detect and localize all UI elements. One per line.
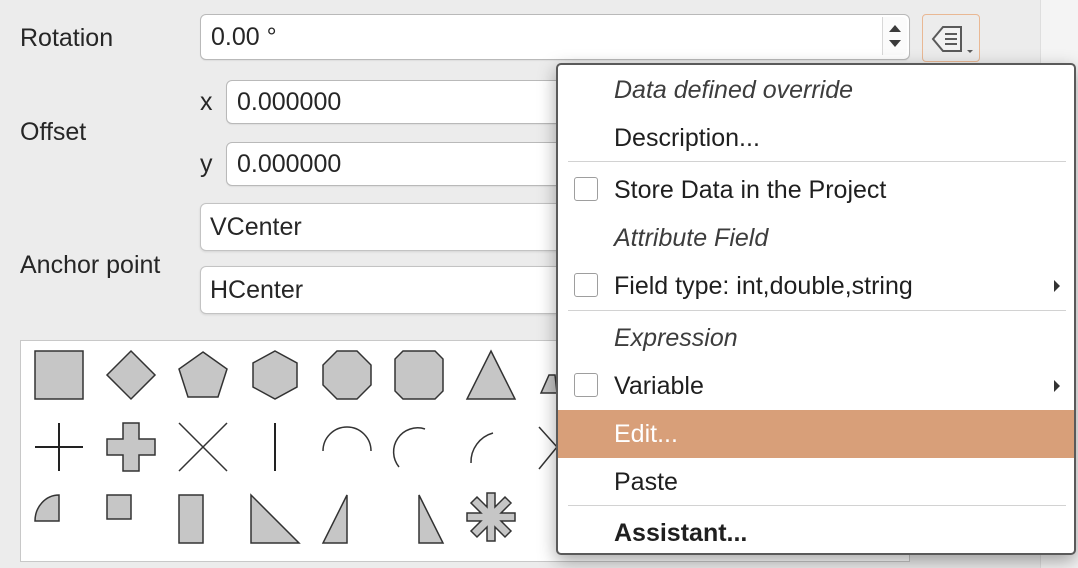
decagon-symbol-icon[interactable] [391, 347, 447, 403]
x-symbol-icon[interactable] [175, 419, 231, 475]
variable-checkbox[interactable] [574, 373, 598, 397]
offset-x-value: 0.000000 [237, 88, 342, 116]
cross-symbol-icon[interactable] [31, 419, 87, 475]
anchor-point-label: Anchor point [20, 251, 161, 279]
diamond-symbol-icon[interactable] [103, 347, 159, 403]
menu-item-store-data-label: Store Data in the Project [614, 176, 887, 204]
menu-item-field-type-label: Field type: int,double,string [614, 272, 913, 300]
quarter-arc-symbol-icon[interactable] [463, 419, 519, 475]
attribute-field-section: Attribute Field [614, 224, 769, 252]
menu-separator [568, 161, 1066, 162]
store-data-checkbox[interactable] [574, 177, 598, 201]
menu-separator [568, 505, 1066, 506]
hexagon-symbol-icon[interactable] [247, 347, 303, 403]
menu-separator [568, 310, 1066, 311]
data-defined-override-icon [931, 26, 973, 53]
rotation-label: Rotation [20, 24, 114, 52]
quarter-circle-symbol-icon[interactable] [31, 489, 87, 545]
data-defined-override-button[interactable] [922, 14, 980, 62]
rotation-value: 0.00 ° [211, 23, 277, 51]
menu-title: Data defined override [614, 76, 854, 104]
line-symbol-icon[interactable] [247, 419, 303, 475]
right-half-triangle-symbol-icon[interactable] [247, 489, 303, 549]
cross-fill-symbol-icon[interactable] [103, 419, 159, 475]
offset-y-label: y [200, 150, 213, 178]
menu-item-edit[interactable]: Edit... [558, 410, 1074, 458]
left-half-triangle-symbol-icon[interactable] [319, 489, 375, 549]
chevron-right-icon [1054, 280, 1060, 292]
expression-section: Expression [614, 324, 738, 352]
menu-item-assistant[interactable]: Assistant... [558, 509, 1074, 557]
square-symbol-icon[interactable] [31, 347, 87, 403]
triangle-symbol-icon[interactable] [463, 347, 519, 403]
third-arc-symbol-icon[interactable] [391, 419, 447, 475]
menu-item-variable-label: Variable [614, 372, 704, 400]
pentagon-symbol-icon[interactable] [175, 347, 231, 403]
stepper-arrows-icon[interactable] [882, 17, 907, 55]
small-square-symbol-icon[interactable] [103, 489, 159, 545]
menu-item-description[interactable]: Description... [558, 114, 1074, 162]
offset-x-label: x [200, 88, 213, 116]
asterisk-fill-symbol-icon[interactable] [463, 489, 519, 545]
menu-item-store-data[interactable]: Store Data in the Project [558, 166, 1074, 214]
menu-item-field-type[interactable]: Field type: int,double,string [558, 262, 1074, 310]
chevron-right-icon [1054, 380, 1060, 392]
offset-y-value: 0.000000 [237, 150, 342, 178]
field-type-checkbox[interactable] [574, 273, 598, 297]
horizontal-anchor-value: HCenter [210, 276, 304, 304]
octagon-symbol-icon[interactable] [319, 347, 375, 403]
offset-label: Offset [20, 118, 87, 146]
menu-item-paste[interactable]: Paste [558, 458, 1074, 506]
data-defined-override-menu: Data defined override Description... Sto… [556, 63, 1076, 555]
rotation-input[interactable]: 0.00 ° [200, 14, 910, 60]
menu-item-variable[interactable]: Variable [558, 362, 1074, 410]
rectangle-symbol-icon[interactable] [175, 489, 231, 549]
vertical-anchor-value: VCenter [210, 213, 302, 241]
half-arc-symbol-icon[interactable] [319, 419, 375, 475]
